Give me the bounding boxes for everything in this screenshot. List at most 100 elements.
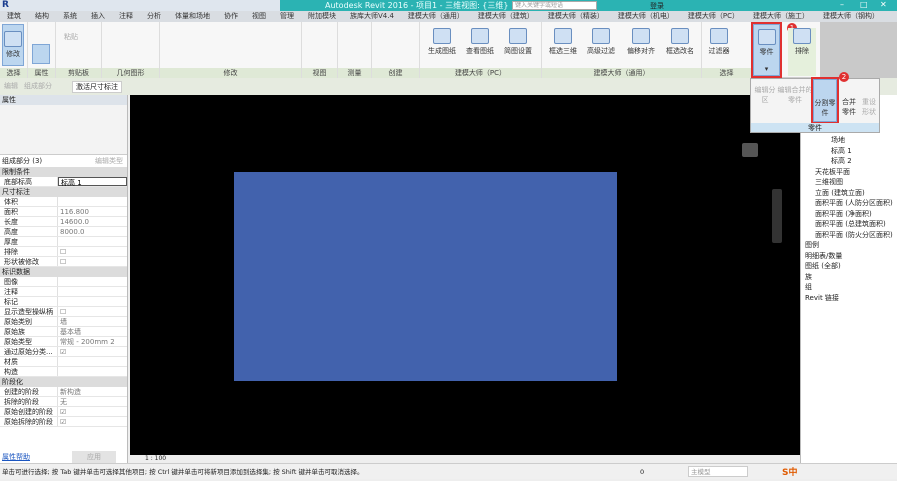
property-group-header[interactable]: 限制条件 xyxy=(0,167,127,177)
browser-item[interactable]: 场地 xyxy=(801,135,897,146)
box-rename-button[interactable]: 框选改名 xyxy=(660,28,700,56)
tab[interactable]: 体量和场地 xyxy=(168,11,217,22)
modify-button[interactable]: 修改 xyxy=(2,24,24,66)
browser-item[interactable]: 族 xyxy=(801,272,897,283)
property-row: 排除 ☐ xyxy=(0,247,127,257)
property-value[interactable] xyxy=(58,297,127,306)
browser-item[interactable]: 组 xyxy=(801,282,897,293)
wall-part[interactable] xyxy=(234,172,617,381)
property-value[interactable]: 8000.0 xyxy=(58,227,127,236)
edit-divisions-button[interactable]: 编辑分区 xyxy=(753,85,777,105)
property-value[interactable] xyxy=(58,237,127,246)
property-value[interactable]: 14600.0 xyxy=(58,217,127,226)
properties-help-link[interactable]: 属性帮助 xyxy=(0,451,30,463)
property-value[interactable]: 墙 xyxy=(58,317,127,326)
tab[interactable]: 建模大师（PC） xyxy=(681,11,746,22)
login-link[interactable]: 登录 xyxy=(650,1,664,11)
tab[interactable]: 建筑 xyxy=(0,11,28,22)
property-value[interactable]: ☐ xyxy=(58,257,127,266)
revit-logo-icon[interactable]: R xyxy=(2,0,9,10)
view-drawings-button[interactable]: 查看图纸 xyxy=(462,28,498,56)
box-select-3d-button[interactable]: 框选三维 xyxy=(544,28,582,56)
browser-item[interactable]: 面积平面 (净面积) xyxy=(801,209,897,220)
offset-align-button[interactable]: 偏移对齐 xyxy=(622,28,660,56)
browser-item[interactable]: 明细表/数量 xyxy=(801,251,897,262)
browser-item[interactable]: 面积平面 (人防分区面积) xyxy=(801,198,897,209)
property-value[interactable]: 标高 1 xyxy=(58,177,127,187)
property-value[interactable] xyxy=(58,197,127,206)
browser-item[interactable]: 立面 (建筑立面) xyxy=(801,188,897,199)
property-group-header[interactable]: 标识数据 xyxy=(0,267,127,277)
reset-shape-button[interactable]: 重设形状 xyxy=(859,97,879,117)
property-value[interactable] xyxy=(58,367,127,376)
divide-parts-button[interactable]: 分割零件 xyxy=(811,77,839,124)
browser-item[interactable]: 天花板平面 xyxy=(801,167,897,178)
tab[interactable]: 建模大师（建筑） xyxy=(471,11,541,22)
tab[interactable]: 管理 xyxy=(273,11,301,22)
navigation-bar[interactable] xyxy=(772,189,782,243)
property-value[interactable]: 新构造 xyxy=(58,387,127,396)
tab[interactable]: 建模大师（机电） xyxy=(611,11,681,22)
browser-item[interactable]: 标高 2 xyxy=(801,156,897,167)
merge-parts-button[interactable]: 合并零件 xyxy=(839,97,859,117)
tab[interactable]: 族库大师V4.4 xyxy=(343,11,401,22)
edit-merged-parts-button[interactable]: 编辑合并的零件 xyxy=(777,85,813,105)
browser-item[interactable]: 图例 xyxy=(801,240,897,251)
browser-item[interactable]: 图纸 (全部) xyxy=(801,261,897,272)
browser-item[interactable]: Revit 链接 xyxy=(801,293,897,304)
tab[interactable]: 协作 xyxy=(217,11,245,22)
property-group-header[interactable]: 阶段化 xyxy=(0,377,127,387)
sketch-settings-button[interactable]: 简图设置 xyxy=(500,28,536,56)
tab[interactable]: 分析 xyxy=(140,11,168,22)
property-value[interactable] xyxy=(58,277,127,286)
paste-button[interactable]: 粘贴 xyxy=(60,32,82,42)
maximize-button[interactable]: □ xyxy=(860,0,868,9)
property-value[interactable]: ☐ xyxy=(58,247,127,256)
property-name: 原始类别 xyxy=(0,317,58,326)
tab[interactable]: 建模大师（钢构） xyxy=(816,11,886,22)
tab[interactable]: 插入 xyxy=(84,11,112,22)
property-value[interactable]: 116.800 xyxy=(58,207,127,216)
property-value[interactable]: ☑ xyxy=(58,347,127,356)
quick-access-toolbar[interactable]: R xyxy=(0,0,280,11)
browser-item[interactable]: 面积平面 (总建筑面积) xyxy=(801,219,897,230)
property-group-header[interactable]: 尺寸标注 xyxy=(0,187,127,197)
tab[interactable]: 建模大师（施工） xyxy=(746,11,816,22)
edit-type-button[interactable]: 编辑类型 xyxy=(95,155,127,167)
tab[interactable]: 建模大师（通用） xyxy=(401,11,471,22)
tab[interactable]: 视图 xyxy=(245,11,273,22)
activate-dimensions-button[interactable]: 激活尺寸标注 xyxy=(72,81,122,93)
minimize-button[interactable]: – xyxy=(840,0,844,9)
property-value[interactable]: ☐ xyxy=(58,307,127,316)
close-button[interactable]: ✕ xyxy=(880,0,887,9)
search-input[interactable]: 键入关键字或短语 xyxy=(512,1,597,10)
advanced-filter-button[interactable]: 高级过滤 xyxy=(582,28,620,56)
tab[interactable]: 附加模块 xyxy=(301,11,343,22)
properties-button[interactable] xyxy=(32,44,50,64)
property-value[interactable]: 无 xyxy=(58,397,127,406)
filter-button[interactable]: 过滤器 xyxy=(704,28,734,56)
viewcube-icon[interactable] xyxy=(742,143,758,157)
property-value[interactable] xyxy=(58,287,127,296)
property-value[interactable] xyxy=(58,357,127,366)
exclude-button[interactable]: 排除 xyxy=(788,28,816,76)
property-value[interactable]: ☑ xyxy=(58,407,127,416)
browser-item[interactable]: 三维视图 xyxy=(801,177,897,188)
property-value[interactable]: ☑ xyxy=(58,417,127,426)
generate-drawings-button[interactable]: 生成图纸 xyxy=(424,28,460,56)
tab[interactable]: 建模大师（精装） xyxy=(541,11,611,22)
design-option-select[interactable]: 主模型 xyxy=(688,466,748,477)
property-value[interactable]: 常规 - 200mm 2 xyxy=(58,337,127,346)
browser-item[interactable]: 标高 1 xyxy=(801,146,897,157)
browser-item[interactable]: 面积平面 (防火分区面积) xyxy=(801,230,897,241)
tab[interactable]: 系统 xyxy=(56,11,84,22)
property-value[interactable]: 基本墙 xyxy=(58,327,127,336)
apply-button[interactable]: 应用 xyxy=(72,451,116,463)
tab[interactable]: 结构 xyxy=(28,11,56,22)
tab[interactable]: 注释 xyxy=(112,11,140,22)
parts-button[interactable]: 零件 ▾ xyxy=(751,22,782,78)
type-selector[interactable]: 组成部分 (3) xyxy=(2,155,42,167)
property-name: 原始族 xyxy=(0,327,58,336)
panel-label[interactable]: 选择 xyxy=(0,68,27,78)
scale-label[interactable]: 1 : 100 xyxy=(145,455,166,462)
